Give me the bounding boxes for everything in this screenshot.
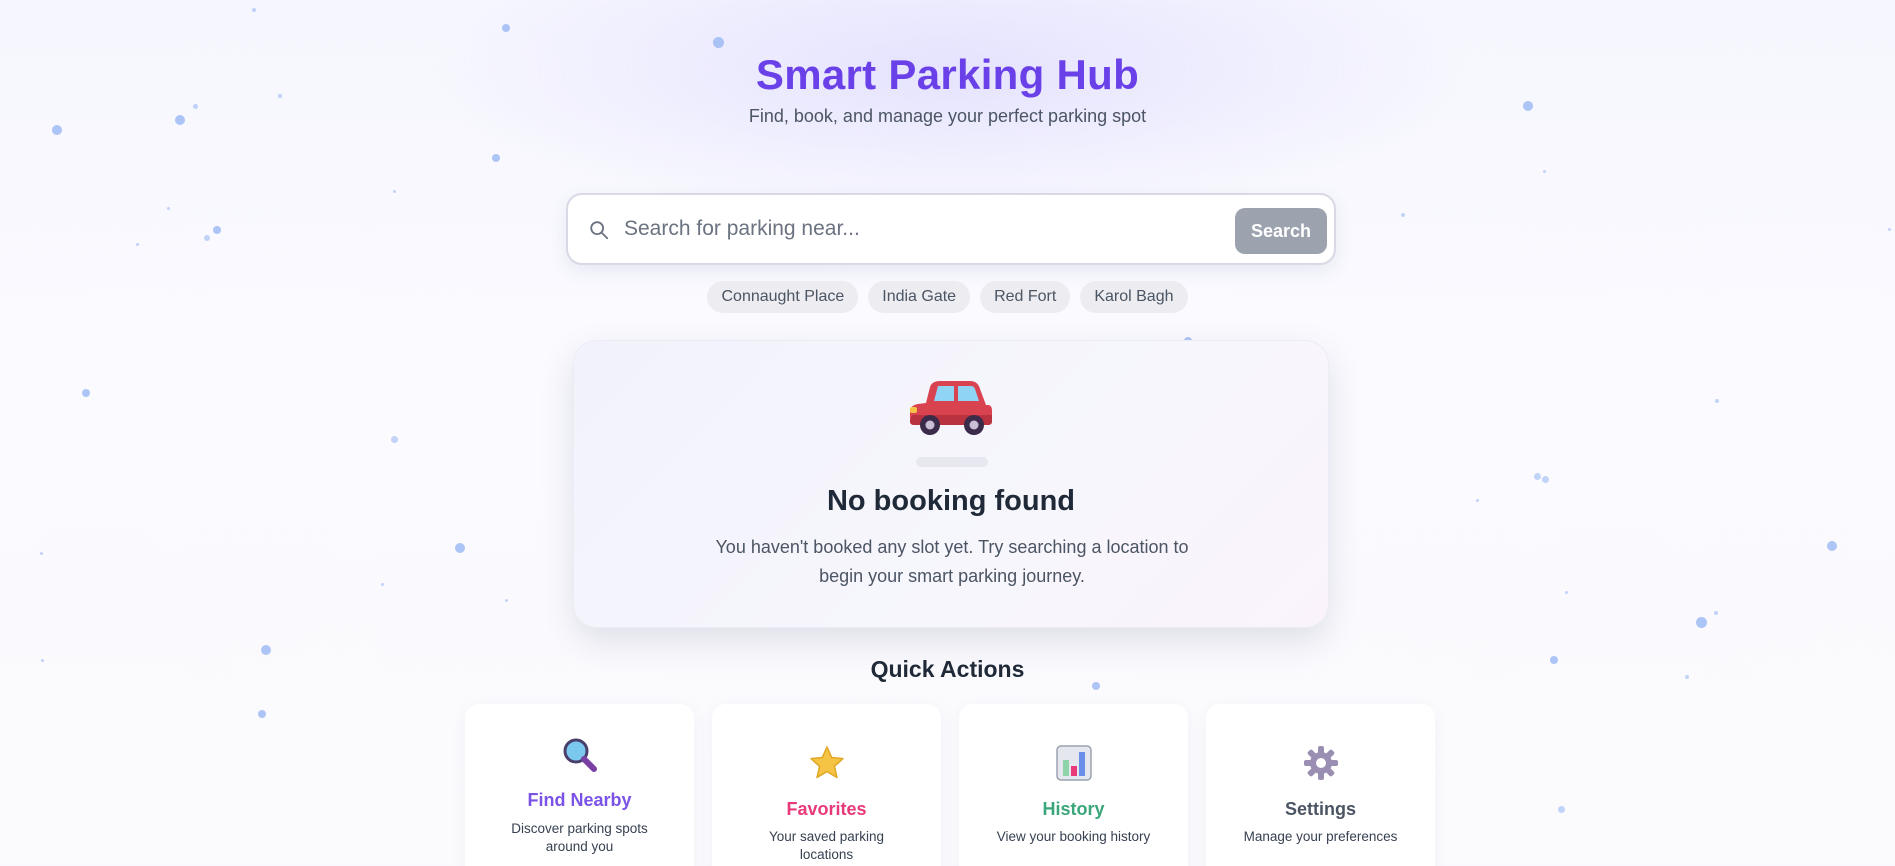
search-bar: Search xyxy=(566,193,1336,265)
particle-dot xyxy=(1564,590,1568,594)
particle-dot xyxy=(1695,616,1707,628)
car-shadow xyxy=(916,457,988,467)
gear-icon xyxy=(1304,746,1338,780)
particle-dot xyxy=(502,24,510,32)
particle-dot xyxy=(135,242,139,246)
particle-dot xyxy=(258,710,266,718)
particle-dot xyxy=(1714,611,1718,615)
empty-booking-card: No booking found You haven't booked any … xyxy=(573,340,1329,628)
magnifier-icon xyxy=(563,738,597,772)
quick-actions: Find Nearby Discover parking spots aroun… xyxy=(465,704,1435,866)
particle-dot xyxy=(213,226,221,234)
bar-chart-icon xyxy=(1056,745,1092,781)
page-subtitle: Find, book, and manage your perfect park… xyxy=(748,106,1147,126)
particle-dot xyxy=(712,36,724,48)
location-suggestions: Connaught Place India Gate Red Fort Karo… xyxy=(0,281,1895,313)
car-icon xyxy=(910,381,992,435)
particle-dot xyxy=(1475,498,1479,502)
favorites-title: Favorites xyxy=(786,799,867,819)
find-nearby-card[interactable]: Find Nearby Discover parking spots aroun… xyxy=(465,704,694,866)
settings-description: Manage your preferences xyxy=(1243,829,1398,844)
particle-dot xyxy=(492,154,500,162)
favorites-description: Your saved parking locations xyxy=(768,829,885,862)
particle-dot xyxy=(392,189,396,193)
particle-dot xyxy=(261,645,271,655)
history-description: View your booking history xyxy=(996,829,1151,844)
particle-dot xyxy=(1401,213,1405,217)
page-title: Smart Parking Hub xyxy=(755,51,1140,98)
particle-dot xyxy=(1542,169,1546,173)
history-card[interactable]: History View your booking history xyxy=(959,704,1188,866)
find-nearby-description: Discover parking spots around you xyxy=(511,821,648,854)
particle-dot xyxy=(1715,399,1719,403)
find-nearby-title: Find Nearby xyxy=(527,790,632,810)
particle-dot xyxy=(455,543,465,553)
empty-state-title: No booking found xyxy=(826,485,1076,517)
particle-dot xyxy=(204,235,210,241)
star-icon xyxy=(810,746,844,779)
chip-karol-bagh[interactable]: Karol Bagh xyxy=(1080,281,1188,313)
settings-card[interactable]: Settings Manage your preferences xyxy=(1206,704,1435,866)
particle-dot xyxy=(1557,805,1565,813)
quick-actions-heading: Quick Actions xyxy=(870,656,1025,682)
search-input[interactable] xyxy=(624,209,1184,249)
particle-dot xyxy=(380,582,384,586)
particle-dot xyxy=(1541,475,1549,483)
search-icon xyxy=(590,221,609,240)
empty-state-message: You haven't booked any slot yet. Try sea… xyxy=(715,537,1189,586)
chip-red-fort[interactable]: Red Fort xyxy=(980,281,1071,313)
particle-dot xyxy=(390,435,398,443)
history-title: History xyxy=(1042,799,1105,819)
chip-india-gate[interactable]: India Gate xyxy=(868,281,971,313)
search-button[interactable]: Search xyxy=(1235,208,1327,254)
particle-dot xyxy=(1092,682,1100,690)
particle-dot xyxy=(166,206,170,210)
favorites-card[interactable]: Favorites Your saved parking locations xyxy=(712,704,941,866)
particle-dot xyxy=(252,8,256,12)
particle-dot xyxy=(82,389,90,397)
particle-dot xyxy=(1827,541,1837,551)
particle-dot xyxy=(39,551,43,555)
chip-connaught-place[interactable]: Connaught Place xyxy=(707,281,859,313)
particle-dot xyxy=(1887,227,1891,231)
header: Smart Parking Hub Find, book, and manage… xyxy=(0,48,1895,128)
particle-dot xyxy=(504,598,508,602)
particle-dot xyxy=(1533,472,1541,480)
settings-title: Settings xyxy=(1284,799,1356,819)
